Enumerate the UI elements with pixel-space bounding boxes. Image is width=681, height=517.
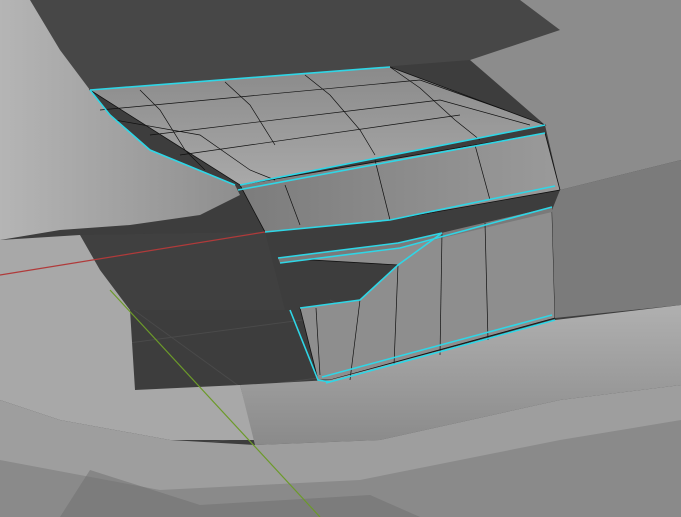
viewport-canvas[interactable] bbox=[0, 0, 681, 517]
3d-viewport[interactable] bbox=[0, 0, 681, 517]
